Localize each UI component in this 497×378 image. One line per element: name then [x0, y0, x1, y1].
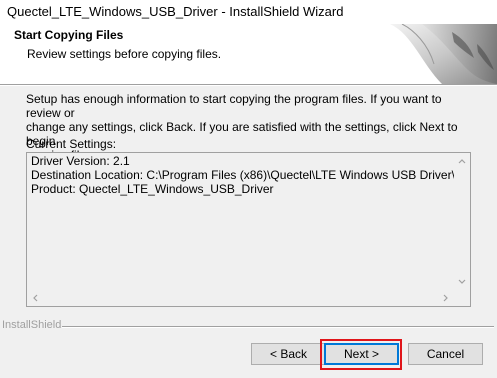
vertical-scrollbar[interactable]	[454, 153, 470, 290]
next-button[interactable]: Next >	[324, 343, 399, 365]
scroll-right-icon[interactable]	[438, 290, 454, 306]
settings-line-product: Product: Quectel_LTE_Windows_USB_Driver	[31, 182, 274, 196]
wizard-header: Start Copying Files Review settings befo…	[0, 24, 497, 84]
footer-separator	[62, 326, 494, 328]
back-button[interactable]: < Back	[251, 343, 326, 365]
scroll-down-icon[interactable]	[454, 274, 470, 290]
cancel-button[interactable]: Cancel	[408, 343, 483, 365]
scroll-left-icon[interactable]	[27, 290, 43, 306]
horizontal-scrollbar[interactable]	[27, 290, 454, 306]
intro-line: Setup has enough information to start co…	[26, 92, 442, 120]
title-bar[interactable]: Quectel_LTE_Windows_USB_Driver - Install…	[0, 0, 497, 24]
installshield-brand: InstallShield	[2, 319, 62, 331]
installshield-graphic-icon	[382, 24, 497, 84]
header-separator	[0, 84, 497, 86]
current-settings-label: Current Settings:	[26, 137, 117, 151]
scroll-up-icon[interactable]	[454, 153, 470, 169]
settings-line-driver-version: Driver Version: 2.1	[31, 154, 130, 168]
window-title: Quectel_LTE_Windows_USB_Driver - Install…	[7, 4, 344, 19]
page-subtitle: Review settings before copying files.	[27, 47, 222, 61]
settings-text: Driver Version: 2.1 Destination Location…	[31, 154, 455, 196]
scrollbar-corner	[454, 290, 470, 306]
settings-line-destination: Destination Location: C:\Program Files (…	[31, 168, 455, 182]
page-title: Start Copying Files	[14, 28, 124, 42]
current-settings-box[interactable]: Driver Version: 2.1 Destination Location…	[26, 152, 471, 307]
